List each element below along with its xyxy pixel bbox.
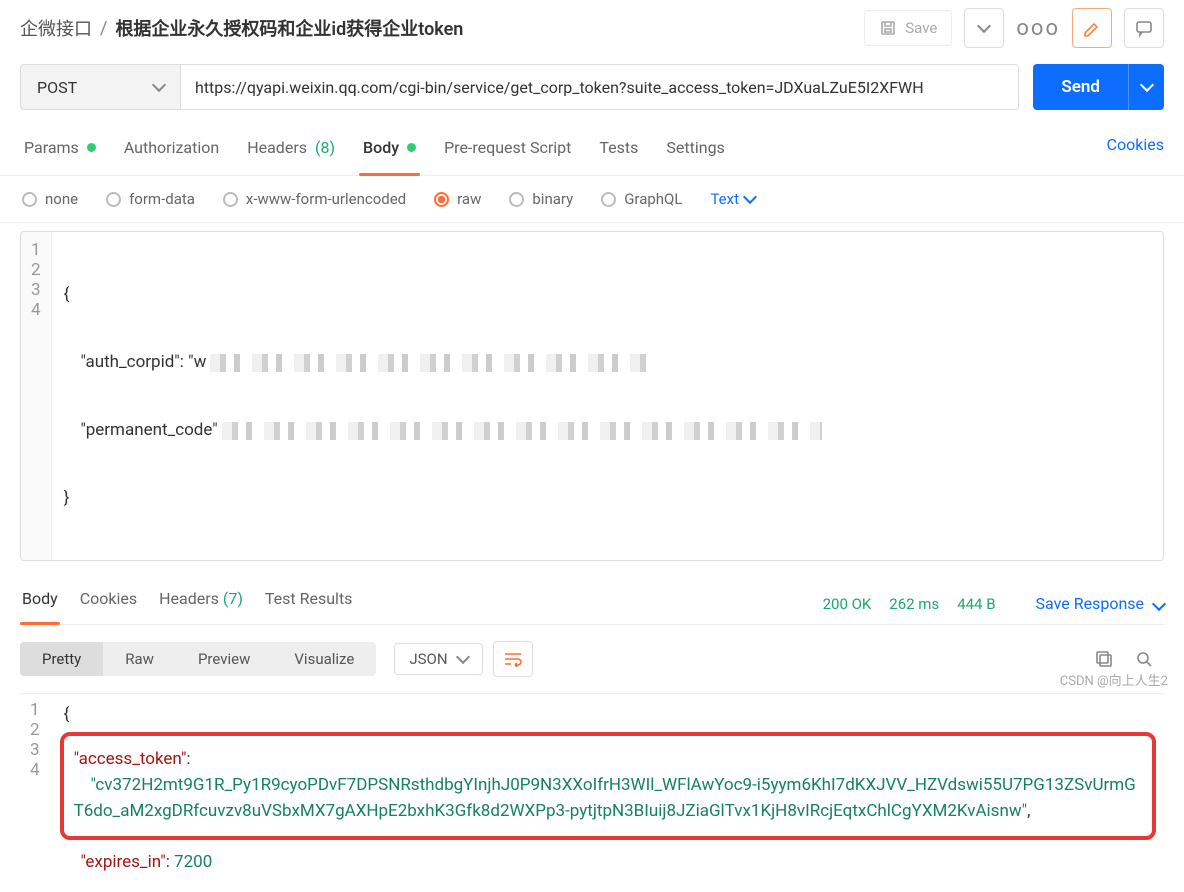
resp-tab-cookies[interactable]: Cookies	[78, 583, 139, 624]
radio-icon	[601, 192, 616, 207]
redacted-block	[210, 354, 650, 372]
viewtab-raw[interactable]: Raw	[103, 642, 176, 676]
radio-icon	[106, 192, 121, 207]
resp-tab-headers-label: Headers	[159, 589, 219, 608]
resp-tab-testresults[interactable]: Test Results	[263, 583, 355, 624]
comments-button[interactable]	[1124, 8, 1164, 48]
code-line: "expires_in": 7200	[64, 848, 1156, 876]
watermark: CSDN @向上人生2	[1060, 670, 1168, 689]
chevron-down-icon	[455, 650, 469, 664]
request-body-editor[interactable]: 1 2 3 4 { "auth_corpid": "w "permanent_c…	[20, 231, 1164, 561]
resp-tab-headers[interactable]: Headers (7)	[157, 583, 245, 624]
cookies-link[interactable]: Cookies	[1107, 135, 1164, 172]
code-line: {	[64, 280, 1151, 308]
response-body-viewer[interactable]: 1 2 3 4 { "access_token": "cv372H2mt9G1R…	[20, 693, 1164, 882]
chevron-down-icon	[1139, 78, 1153, 92]
wrap-icon	[503, 651, 523, 667]
save-button[interactable]: Save	[864, 10, 952, 46]
save-response-button[interactable]: Save Response	[1036, 594, 1164, 613]
radio-icon	[22, 192, 37, 207]
bodytype-formdata-label: form-data	[129, 190, 195, 208]
search-icon	[1134, 649, 1154, 669]
radio-icon	[434, 192, 449, 207]
redacted-block	[222, 422, 822, 440]
tab-settings[interactable]: Settings	[662, 132, 728, 175]
chevron-down-icon	[152, 78, 166, 92]
resp-status: 200 OK	[823, 595, 872, 613]
code-content[interactable]: { "auth_corpid": "w "permanent_code" }	[52, 232, 1163, 560]
bodytype-xwww[interactable]: x-www-form-urlencoded	[223, 190, 406, 208]
resp-size: 444 B	[957, 595, 995, 613]
code-line: }	[64, 484, 1151, 512]
tab-headers-label: Headers	[247, 138, 307, 157]
tab-headers[interactable]: Headers (8)	[243, 132, 339, 175]
response-content: { "access_token": "cv372H2mt9G1R_Py1R9cy…	[56, 694, 1164, 882]
tab-headers-count: (8)	[315, 138, 335, 157]
tab-tests[interactable]: Tests	[595, 132, 642, 175]
response-format-select[interactable]: JSON	[394, 643, 482, 675]
response-format-label: JSON	[409, 650, 447, 668]
resp-time: 262 ms	[889, 595, 939, 613]
status-dot-icon	[407, 143, 416, 152]
comment-icon	[1134, 18, 1154, 38]
bodytype-formdata[interactable]: form-data	[106, 190, 195, 208]
response-meta: 200 OK 262 ms 444 B	[809, 594, 996, 613]
breadcrumb: 企微接口 / 根据企业永久授权码和企业id获得企业token	[20, 15, 463, 41]
code-line: {	[64, 700, 1156, 728]
bodytype-raw[interactable]: raw	[434, 190, 481, 208]
url-input[interactable]	[180, 64, 1019, 110]
line-gutter: 1 2 3 4	[21, 232, 52, 560]
breadcrumb-sep: /	[100, 18, 107, 39]
bodytype-none[interactable]: none	[22, 190, 78, 208]
viewtab-pretty[interactable]: Pretty	[20, 642, 103, 676]
viewtab-preview[interactable]: Preview	[176, 642, 272, 676]
code-line: "access_token": "cv372H2mt9G1R_Py1R9cyoP…	[74, 746, 1142, 824]
highlighted-region: "access_token": "cv372H2mt9G1R_Py1R9cyoP…	[60, 732, 1156, 840]
bodytype-graphql-label: GraphQL	[624, 190, 682, 208]
tab-params-label: Params	[24, 138, 79, 157]
chevron-down-icon	[1152, 597, 1166, 611]
resp-tab-body[interactable]: Body	[20, 583, 60, 624]
tab-params[interactable]: Params	[20, 132, 100, 175]
save-dropdown-button[interactable]	[964, 8, 1004, 48]
body-language-select[interactable]: Text	[710, 190, 755, 208]
viewtab-visualize[interactable]: Visualize	[272, 642, 376, 676]
save-icon	[879, 19, 897, 37]
bodytype-none-label: none	[45, 190, 78, 208]
wrap-lines-button[interactable]	[493, 641, 533, 677]
bodytype-xwww-label: x-www-form-urlencoded	[246, 190, 406, 208]
send-button[interactable]: Send	[1033, 64, 1128, 110]
tab-authorization[interactable]: Authorization	[120, 132, 223, 175]
pencil-icon	[1082, 18, 1102, 38]
status-dot-icon	[87, 143, 96, 152]
save-response-label: Save Response	[1036, 594, 1144, 613]
bodytype-binary-label: binary	[532, 190, 573, 208]
send-dropdown-button[interactable]	[1128, 64, 1164, 110]
resp-tab-headers-count: (7)	[223, 589, 243, 608]
method-select[interactable]: POST	[20, 64, 180, 110]
code-line: "auth_corpid": "w	[64, 348, 1151, 376]
line-gutter: 1 2 3 4	[20, 694, 56, 882]
page-title: 根据企业永久授权码和企业id获得企业token	[115, 15, 463, 41]
more-actions-button[interactable]: ooo	[1016, 16, 1060, 41]
chevron-down-icon	[743, 190, 757, 204]
chevron-down-icon	[977, 19, 991, 33]
tab-body-label: Body	[363, 138, 399, 157]
code-line: "permanent_code"	[64, 416, 1151, 444]
tab-prerequest[interactable]: Pre-request Script	[440, 132, 575, 175]
body-language-label: Text	[710, 190, 739, 208]
save-label: Save	[905, 19, 937, 37]
method-label: POST	[37, 78, 77, 97]
radio-icon	[223, 192, 238, 207]
radio-icon	[509, 192, 524, 207]
bodytype-binary[interactable]: binary	[509, 190, 573, 208]
breadcrumb-root[interactable]: 企微接口	[20, 15, 92, 41]
tab-body[interactable]: Body	[359, 132, 420, 175]
edit-button[interactable]	[1072, 8, 1112, 48]
bodytype-graphql[interactable]: GraphQL	[601, 190, 682, 208]
bodytype-raw-label: raw	[457, 190, 481, 208]
copy-icon	[1094, 649, 1114, 669]
